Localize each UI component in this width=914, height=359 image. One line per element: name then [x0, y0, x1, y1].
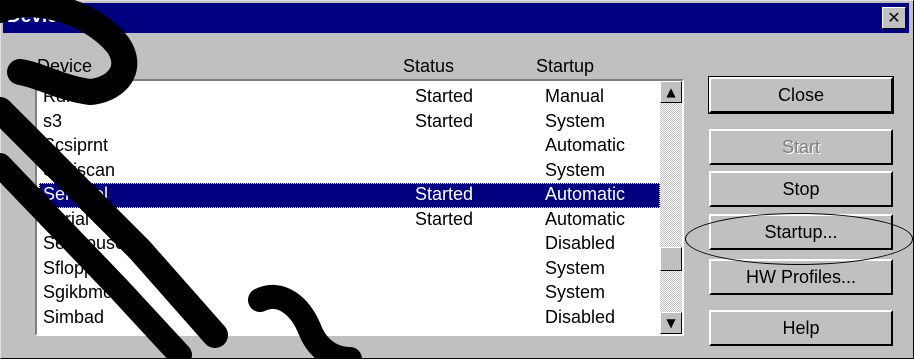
device-name: Rdr: [43, 86, 73, 106]
column-header-status[interactable]: Status: [403, 56, 454, 77]
device-name: Sentinel: [43, 184, 109, 204]
device-name: Sermouse: [43, 233, 126, 253]
device-row[interactable]: Simbad Disabled: [39, 306, 660, 331]
device-row[interactable]: Rdr Started Manual: [39, 85, 660, 110]
device-status: Started: [415, 208, 474, 229]
title-bar[interactable]: Devices ✕: [3, 3, 909, 33]
device-status: Started: [415, 110, 474, 131]
close-button[interactable]: Close: [708, 76, 894, 114]
device-startup: System: [545, 257, 606, 278]
device-row[interactable]: s3 Started System: [39, 110, 660, 135]
scroll-down-button[interactable]: ▼: [660, 312, 682, 334]
device-row[interactable]: Serial Started Automatic: [39, 208, 660, 233]
vertical-scrollbar[interactable]: ▲ ▼: [660, 81, 682, 334]
device-startup: System: [545, 282, 606, 302]
device-name: Scsiscan: [43, 159, 116, 180]
device-name: Sfloppy: [43, 257, 104, 278]
startup-button[interactable]: Startup...: [709, 214, 893, 250]
device-status: Started: [415, 184, 474, 204]
column-header-device[interactable]: Device: [37, 56, 92, 77]
close-icon: ✕: [887, 8, 901, 27]
device-name: Simbad: [43, 306, 105, 327]
device-rows: Rdr Started Manual s3 Started System Scsiprnt A…: [39, 85, 660, 330]
device-row[interactable]: Sgikbmou System: [39, 281, 660, 306]
device-startup: Disabled: [545, 306, 616, 327]
device-startup: Automatic: [545, 208, 626, 229]
device-startup: Automatic: [545, 184, 626, 204]
dialog-title: Devices: [7, 6, 79, 27]
close-window-button[interactable]: ✕: [882, 7, 906, 29]
stop-button[interactable]: Stop: [709, 171, 893, 207]
device-name: Serial: [43, 208, 90, 229]
scroll-thumb[interactable]: [660, 247, 682, 271]
device-row[interactable]: Scsiprnt Automatic: [39, 134, 660, 159]
devices-dialog: Devices ✕ Device Status Startup Rdr Start…: [0, 0, 914, 359]
device-startup: Manual: [545, 86, 605, 106]
device-name: Sgikbmou: [43, 282, 124, 302]
arrow-up-icon: ▲: [666, 85, 676, 99]
device-row[interactable]: Scsiscan System: [39, 159, 660, 184]
device-name: s3: [43, 110, 63, 131]
device-startup: Automatic: [545, 135, 626, 155]
hw-profiles-button[interactable]: HW Profiles...: [709, 259, 893, 295]
help-button[interactable]: Help: [709, 310, 893, 346]
device-startup: System: [545, 110, 606, 131]
device-row[interactable]: Sfloppy System: [39, 257, 660, 282]
device-list[interactable]: Rdr Started Manual s3 Started System Scsiprnt A…: [35, 79, 684, 336]
device-name: Scsiprnt: [43, 135, 109, 155]
device-row[interactable]: Sermouse Disabled: [39, 232, 660, 257]
device-startup: System: [545, 159, 606, 180]
device-startup: Disabled: [545, 233, 616, 253]
start-button: Start: [709, 129, 893, 165]
device-row[interactable]: Sentinel Started Automatic: [39, 183, 660, 208]
device-status: Started: [415, 86, 474, 106]
scroll-up-button[interactable]: ▲: [660, 81, 682, 103]
column-header-startup[interactable]: Startup: [536, 56, 594, 77]
arrow-down-icon: ▼: [666, 316, 676, 330]
